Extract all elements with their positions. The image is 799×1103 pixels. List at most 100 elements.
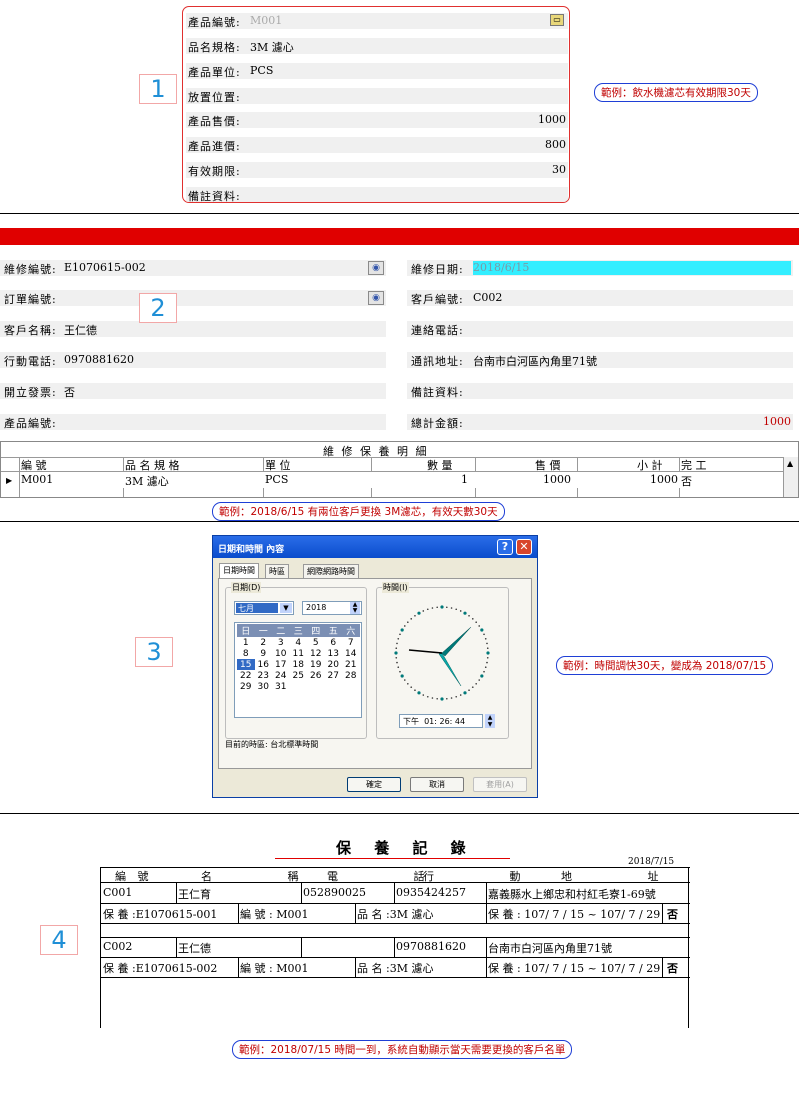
calendar-day[interactable]: 14	[342, 648, 360, 659]
product-expiry-row[interactable]: 有效期限: 30	[186, 162, 568, 178]
calendar-day[interactable]: 4	[290, 637, 308, 648]
clock-tick	[397, 637, 400, 640]
year-spinner[interactable]: 2018 ▲ ▼	[302, 601, 362, 615]
calendar-day[interactable]: 31	[272, 681, 290, 692]
hour-hand	[408, 649, 443, 654]
help-button[interactable]: ?	[497, 539, 513, 555]
order-id-row[interactable]: 訂單編號: ◉	[0, 290, 386, 306]
customer-id-value[interactable]: C002	[473, 291, 502, 304]
calendar-day[interactable]: 22	[237, 670, 255, 681]
apply-button[interactable]: 套用(A)	[473, 777, 527, 792]
calendar-day[interactable]: 8	[237, 648, 255, 659]
clock-tick	[478, 625, 481, 627]
tab-timezone[interactable]: 時區	[265, 564, 289, 578]
product-price-value[interactable]: 1000	[538, 113, 566, 126]
calendar-day[interactable]: 30	[255, 681, 273, 692]
product-spec-row[interactable]: 品名規格: 3M 濾心	[186, 38, 568, 54]
calendar-day[interactable]: 25	[290, 670, 308, 681]
product-no-row[interactable]: 產品編號:	[0, 414, 386, 430]
product-cost-row[interactable]: 產品進價: 800	[186, 137, 568, 153]
ok-button[interactable]: 確定	[347, 777, 401, 792]
calendar-day[interactable]: 19	[307, 659, 325, 670]
mobile-value[interactable]: 0970881620	[64, 353, 134, 366]
lookup-icon[interactable]: ◉	[368, 261, 384, 275]
product-price-row[interactable]: 產品售價: 1000	[186, 112, 568, 128]
product-expiry-value[interactable]: 30	[552, 163, 566, 176]
folder-icon[interactable]: ▭	[550, 14, 564, 26]
product-unit-value[interactable]: PCS	[250, 64, 273, 77]
total-row[interactable]: 總計金額: 1000	[407, 414, 793, 430]
year-value: 2018	[306, 603, 327, 612]
contact-phone-row[interactable]: 連絡電話:	[407, 321, 793, 337]
spinner-icon[interactable]: ▲ ▼	[350, 602, 360, 614]
record-done: 否	[667, 908, 678, 921]
calendar-day[interactable]: 29	[237, 681, 255, 692]
total-value[interactable]: 1000	[763, 415, 791, 428]
tab-datetime[interactable]: 日期時間	[219, 563, 259, 578]
calendar-day[interactable]: 6	[325, 637, 343, 648]
calendar-day[interactable]: 18	[290, 659, 308, 670]
clock-tick	[471, 686, 474, 688]
product-unit-row[interactable]: 產品單位: PCS	[186, 63, 568, 79]
month-select[interactable]: 七月 ▼	[234, 601, 294, 615]
product-spec-value[interactable]: 3M 濾心	[250, 39, 294, 55]
address-value[interactable]: 台南市白河區內角里71號	[473, 353, 597, 369]
datetime-dialog: 日期和時間 內容 ? ✕ 日期時間 時區 網際網路時間 日期(D) 七月 ▼ 2…	[212, 535, 538, 798]
chevron-down-icon[interactable]: ▼	[280, 603, 292, 613]
calendar-day[interactable]: 27	[325, 670, 343, 681]
cancel-button[interactable]: 取消	[410, 777, 464, 792]
record-item-no: 編 號 : M001	[240, 908, 309, 921]
calendar-day[interactable]: 20	[325, 659, 343, 670]
calendar-day[interactable]: 11	[290, 648, 308, 659]
calendar-day[interactable]: 5	[307, 637, 325, 648]
lookup-icon[interactable]: ◉	[368, 291, 384, 305]
report-title-underline	[275, 858, 510, 859]
month-value: 七月	[236, 603, 278, 613]
invoice-row[interactable]: 開立發票: 否	[0, 383, 386, 399]
calendar-day[interactable]: 17	[272, 659, 290, 670]
time-value: 下午 01: 26: 44	[403, 717, 466, 726]
calendar-day[interactable]: 13	[325, 648, 343, 659]
calendar-day[interactable]: 7	[342, 637, 360, 648]
scroll-up-icon[interactable]: ▲	[787, 459, 793, 468]
mobile-row[interactable]: 行動電話: 0970881620	[0, 352, 386, 368]
product-remark-row[interactable]: 備註資料:	[186, 187, 568, 202]
calendar-day[interactable]: 21	[342, 659, 360, 670]
table-row[interactable]: M001 3M 濾心 PCS 1 1000 1000 否	[20, 472, 783, 488]
calendar-day[interactable]: 16	[255, 659, 273, 670]
grid-scrollbar[interactable]: ▲	[784, 457, 798, 497]
calendar-day[interactable]: 10	[272, 648, 290, 659]
repair-date-value[interactable]: 2018/6/15	[473, 261, 791, 275]
repair-date-row[interactable]: 維修日期: 2018/6/15	[407, 260, 793, 276]
repair-id-row[interactable]: 維修編號: E1070615-002 ◉	[0, 260, 386, 276]
weekday-label: 一	[258, 627, 268, 637]
calendar-day[interactable]: 24	[272, 670, 290, 681]
calendar-day[interactable]: 28	[342, 670, 360, 681]
calendar-day[interactable]: 12	[307, 648, 325, 659]
tab-internet-time[interactable]: 網際網路時間	[303, 564, 359, 578]
product-location-row[interactable]: 放置位置:	[186, 88, 568, 104]
customer-name-row[interactable]: 客戶名稱: 王仁德	[0, 321, 386, 337]
product-id-row[interactable]: 產品編號: M001 ▭	[186, 13, 568, 29]
calendar-day[interactable]: 3	[272, 637, 290, 648]
customer-name-value[interactable]: 王仁德	[64, 322, 97, 338]
calendar-day[interactable]: 26	[307, 670, 325, 681]
calendar-day[interactable]: 1	[237, 637, 255, 648]
address-row[interactable]: 通訊地址: 台南市白河區內角里71號	[407, 352, 793, 368]
divider	[0, 521, 799, 522]
clock-tick	[410, 686, 413, 688]
calendar-day[interactable]: 9	[255, 648, 273, 659]
calendar-day[interactable]: 23	[255, 670, 273, 681]
repair-id-value[interactable]: E1070615-002	[64, 261, 146, 274]
time-input[interactable]: 下午 01: 26: 44	[399, 714, 483, 728]
close-button[interactable]: ✕	[516, 539, 532, 555]
invoice-value[interactable]: 否	[64, 384, 75, 400]
calendar-day-selected[interactable]: 15	[237, 659, 255, 670]
product-cost-value[interactable]: 800	[545, 138, 566, 151]
remark-row[interactable]: 備註資料:	[407, 383, 793, 399]
cell-id: M001	[21, 473, 54, 486]
time-spinner-icon[interactable]: ▲ ▼	[485, 714, 495, 728]
customer-id-row[interactable]: 客戶編號: C002	[407, 290, 793, 306]
product-id-value[interactable]: M001	[250, 14, 282, 27]
calendar-day[interactable]: 2	[255, 637, 273, 648]
